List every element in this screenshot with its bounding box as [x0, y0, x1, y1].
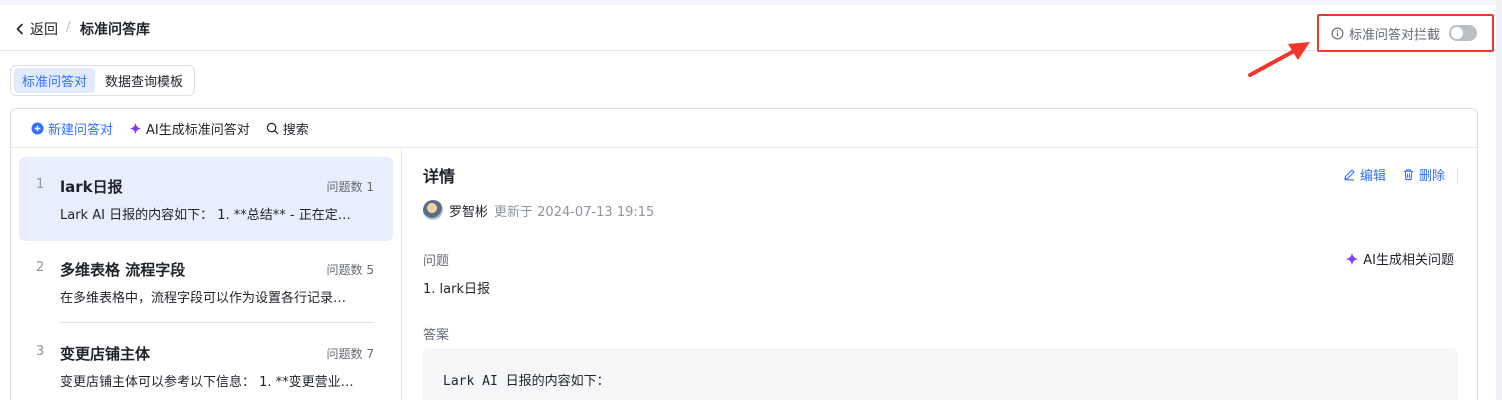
new-qa-label: 新建问答对 [48, 122, 114, 138]
ai-generate-button[interactable]: AI生成标准问答对 [129, 119, 250, 138]
action-divider [1457, 166, 1458, 183]
detail-actions: 编辑 删除 [1343, 165, 1458, 184]
intercept-toggle[interactable] [1449, 25, 1478, 41]
tab-standard-qa[interactable]: 标准问答对 [14, 68, 96, 93]
ai-related-label: AI生成相关问题 [1363, 253, 1454, 268]
info-icon [1331, 27, 1344, 39]
item-title: 变更店铺主体 [60, 345, 151, 363]
question-label: 问题 [423, 254, 450, 269]
item-question-count: 问题数 5 [326, 263, 374, 277]
intercept-setting: 标准问答对拦截 [1317, 14, 1494, 52]
qa-panel: 新建问答对 AI生成标准问答对 搜索 1 lark日报 问题数 1 Lark A… [10, 108, 1478, 400]
mode-tabs: 标准问答对 数据查询模板 [10, 65, 196, 96]
answer-box: Lark AI 日报的内容如下： [423, 348, 1458, 400]
item-description: 在多维表格中，流程字段可以作为设置各行记录… [60, 291, 347, 306]
ai-related-questions-button[interactable]: AI生成相关问题 [1345, 249, 1454, 268]
list-item[interactable]: 3 变更店铺主体 问题数 7 变更店铺主体可以参考以下信息： 1. **变更营业… [19, 324, 393, 400]
pencil-icon [1344, 169, 1355, 181]
list-item[interactable]: 2 多维表格 流程字段 问题数 5 在多维表格中，流程字段可以作为设置各行记录… [19, 240, 393, 324]
item-question-count: 问题数 1 [326, 180, 374, 194]
item-description: Lark AI 日报的内容如下： 1. **总结** - 正在定… [60, 208, 351, 223]
ai-sparkle-icon [1345, 252, 1359, 265]
qa-list: 1 lark日报 问题数 1 Lark AI 日报的内容如下： 1. **总结*… [11, 148, 402, 400]
item-index: 2 [36, 260, 45, 275]
list-item[interactable]: 1 lark日报 问题数 1 Lark AI 日报的内容如下： 1. **总结*… [19, 157, 393, 241]
search-icon [266, 122, 278, 134]
plus-circle-icon [31, 121, 44, 135]
back-label: 返回 [30, 22, 58, 38]
window-edge [1496, 0, 1502, 400]
toolbar: 新建问答对 AI生成标准问答对 搜索 [11, 109, 1477, 148]
updated-time: 更新于 2024-07-13 19:15 [494, 204, 655, 220]
search-label: 搜索 [282, 122, 309, 138]
ai-sparkle-icon [129, 121, 142, 135]
author-row: 罗智彬 更新于 2024-07-13 19:15 [423, 200, 654, 220]
answer-label: 答案 [423, 328, 450, 343]
breadcrumb-separator: / [66, 20, 71, 35]
detail-title: 详情 [423, 167, 456, 186]
item-index: 3 [36, 344, 45, 359]
item-title: 多维表格 流程字段 [60, 261, 186, 279]
list-divider [60, 322, 374, 323]
avatar [423, 200, 443, 220]
edit-label: 编辑 [1359, 169, 1386, 184]
detail-pane: 详情 编辑 删除 罗智彬 更新于 2024-07-13 19:15 问题 AI生… [403, 148, 1478, 400]
search-button[interactable]: 搜索 [266, 119, 309, 138]
item-question-count: 问题数 7 [326, 347, 374, 361]
answer-text: Lark AI 日报的内容如下： [443, 374, 610, 389]
edit-button[interactable]: 编辑 [1343, 165, 1386, 184]
delete-button[interactable]: 删除 [1402, 165, 1445, 184]
new-qa-button[interactable]: 新建问答对 [31, 119, 113, 138]
tab-data-query-template[interactable]: 数据查询模板 [97, 68, 191, 93]
author-name: 罗智彬 [449, 204, 489, 220]
item-description: 变更店铺主体可以参考以下信息： 1. **变更营业… [60, 375, 354, 390]
item-title: lark日报 [60, 178, 123, 196]
back-button[interactable]: 返回 [14, 19, 58, 39]
question-text: 1. lark日报 [423, 282, 490, 297]
item-index: 1 [36, 177, 45, 192]
ai-generate-label: AI生成标准问答对 [146, 122, 250, 138]
intercept-label: 标准问答对拦截 [1349, 27, 1441, 43]
annotation-arrow-icon [1248, 42, 1310, 77]
breadcrumb-title: 标准问答库 [80, 22, 150, 38]
trash-icon [1403, 169, 1414, 181]
chevron-left-icon [16, 23, 23, 35]
delete-label: 删除 [1418, 169, 1445, 184]
